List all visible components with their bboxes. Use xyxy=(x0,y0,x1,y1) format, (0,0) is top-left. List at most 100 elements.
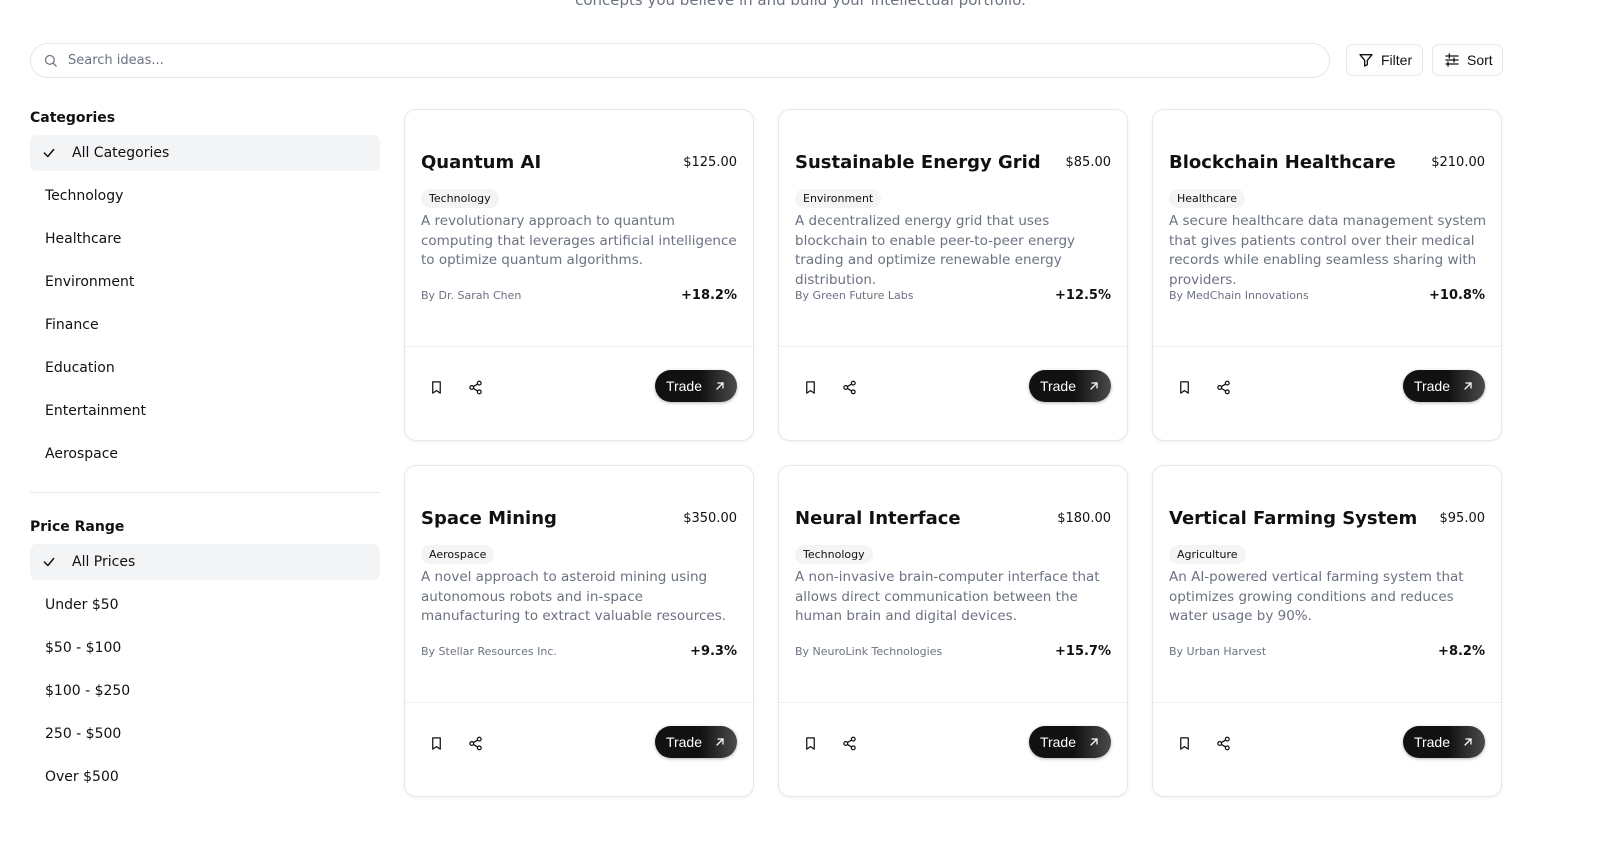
category-option-all[interactable]: All Categories xyxy=(30,135,380,171)
trade-button[interactable]: Trade xyxy=(1028,370,1111,402)
price-option-all[interactable]: All Prices xyxy=(30,544,380,580)
trade-label: Trade xyxy=(1413,378,1450,394)
check-icon xyxy=(42,146,58,160)
arrow-up-right-icon xyxy=(1462,380,1474,392)
search-bar[interactable] xyxy=(30,43,1330,78)
category-label: Entertainment xyxy=(45,403,147,419)
idea-title: Quantum AI xyxy=(421,152,542,173)
card-divider xyxy=(405,702,753,703)
card-divider xyxy=(779,346,1127,347)
idea-title: Neural Interface xyxy=(795,508,961,529)
idea-title: Vertical Farming System xyxy=(1169,508,1418,529)
card-divider xyxy=(1153,702,1501,703)
bookmark-icon[interactable] xyxy=(1173,376,1195,398)
sort-button[interactable]: Sort xyxy=(1432,44,1503,76)
category-option-healthcare[interactable]: Healthcare xyxy=(30,221,380,257)
price-change: +10.8% xyxy=(1429,288,1485,303)
idea-card[interactable]: Sustainable Energy Grid $85.00 Environme… xyxy=(778,109,1128,441)
trade-button[interactable]: Trade xyxy=(654,726,737,758)
category-badge: Agriculture xyxy=(1169,545,1246,564)
price-label: Over $500 xyxy=(45,769,119,785)
price-change: +8.2% xyxy=(1438,644,1485,659)
idea-price: $85.00 xyxy=(1065,155,1112,170)
price-option-under-50[interactable]: Under $50 xyxy=(30,587,380,623)
idea-price: $95.00 xyxy=(1439,511,1486,526)
price-label: 250 - $500 xyxy=(45,726,122,742)
idea-price: $350.00 xyxy=(683,511,737,526)
idea-title: Sustainable Energy Grid xyxy=(795,152,1041,173)
trade-button[interactable]: Trade xyxy=(654,370,737,402)
idea-title: Space Mining xyxy=(421,508,557,529)
idea-title: Blockchain Healthcare xyxy=(1169,152,1396,173)
share-icon[interactable] xyxy=(838,732,860,754)
category-badge: Aerospace xyxy=(421,545,495,564)
category-badge: Technology xyxy=(795,545,873,564)
category-option-environment[interactable]: Environment xyxy=(30,264,380,300)
idea-price: $210.00 xyxy=(1431,155,1485,170)
bookmark-icon[interactable] xyxy=(799,732,821,754)
trade-label: Trade xyxy=(1039,378,1076,394)
share-icon[interactable] xyxy=(838,376,860,398)
idea-description: A revolutionary approach to quantum comp… xyxy=(421,213,737,268)
category-label: Education xyxy=(45,360,115,376)
bookmark-icon[interactable] xyxy=(425,376,447,398)
trade-button[interactable]: Trade xyxy=(1402,370,1485,402)
trade-label: Trade xyxy=(665,378,702,394)
price-change: +9.3% xyxy=(690,644,737,659)
filter-sidebar: Categories All Categories Technology Hea… xyxy=(30,108,380,795)
bookmark-icon[interactable] xyxy=(425,732,447,754)
idea-description: A novel approach to asteroid mining usin… xyxy=(421,569,727,624)
bookmark-icon[interactable] xyxy=(1173,732,1195,754)
price-label: $50 - $100 xyxy=(45,640,122,656)
share-icon[interactable] xyxy=(1212,376,1234,398)
bookmark-icon[interactable] xyxy=(799,376,821,398)
card-divider xyxy=(1153,346,1501,347)
price-change: +18.2% xyxy=(681,288,737,303)
share-icon[interactable] xyxy=(464,732,486,754)
idea-card[interactable]: Neural Interface $180.00 Technology A no… xyxy=(778,465,1128,797)
arrow-up-right-icon xyxy=(1088,736,1100,748)
category-badge: Technology xyxy=(421,189,499,208)
page-subtitle: concepts you believe in and build your i… xyxy=(575,0,1026,9)
price-change: +15.7% xyxy=(1055,644,1111,659)
idea-card[interactable]: Quantum AI $125.00 Technology A revoluti… xyxy=(404,109,754,441)
idea-author: By Dr. Sarah Chen xyxy=(421,289,522,302)
price-option-100-250[interactable]: $100 - $250 xyxy=(30,673,380,709)
category-option-finance[interactable]: Finance xyxy=(30,307,380,343)
idea-author: By Stellar Resources Inc. xyxy=(421,645,557,658)
idea-card[interactable]: Blockchain Healthcare $210.00 Healthcare… xyxy=(1152,109,1502,441)
category-label: Technology xyxy=(45,188,124,204)
card-divider xyxy=(779,702,1127,703)
search-input[interactable] xyxy=(66,52,1329,69)
trade-label: Trade xyxy=(1413,734,1450,750)
arrow-up-right-icon xyxy=(1088,380,1100,392)
filter-icon xyxy=(1358,52,1374,68)
trade-button[interactable]: Trade xyxy=(1028,726,1111,758)
arrow-up-right-icon xyxy=(714,380,726,392)
idea-description: A non-invasive brain-computer interface … xyxy=(795,569,1100,624)
price-option-over-500[interactable]: Over $500 xyxy=(30,759,380,795)
price-option-50-100[interactable]: $50 - $100 xyxy=(30,630,380,666)
share-icon[interactable] xyxy=(1212,732,1234,754)
price-range-list: All Prices Under $50 $50 - $100 $100 - $… xyxy=(30,544,380,795)
category-option-aerospace[interactable]: Aerospace xyxy=(30,436,380,472)
category-badge: Environment xyxy=(795,189,882,208)
trade-label: Trade xyxy=(1039,734,1076,750)
idea-author: By MedChain Innovations xyxy=(1169,289,1309,302)
price-option-250-500[interactable]: 250 - $500 xyxy=(30,716,380,752)
trade-button[interactable]: Trade xyxy=(1402,726,1485,758)
category-option-education[interactable]: Education xyxy=(30,350,380,386)
filter-button[interactable]: Filter xyxy=(1346,44,1423,76)
price-change: +12.5% xyxy=(1055,288,1111,303)
trade-label: Trade xyxy=(665,734,702,750)
card-divider xyxy=(405,346,753,347)
idea-description: A secure healthcare data management syst… xyxy=(1169,213,1487,288)
arrow-up-right-icon xyxy=(1462,736,1474,748)
category-label: Healthcare xyxy=(45,231,122,247)
idea-card[interactable]: Vertical Farming System $95.00 Agricultu… xyxy=(1152,465,1502,797)
share-icon[interactable] xyxy=(464,376,486,398)
category-option-entertainment[interactable]: Entertainment xyxy=(30,393,380,429)
idea-card[interactable]: Space Mining $350.00 Aerospace A novel a… xyxy=(404,465,754,797)
category-option-technology[interactable]: Technology xyxy=(30,178,380,214)
price-label: $100 - $250 xyxy=(45,683,131,699)
